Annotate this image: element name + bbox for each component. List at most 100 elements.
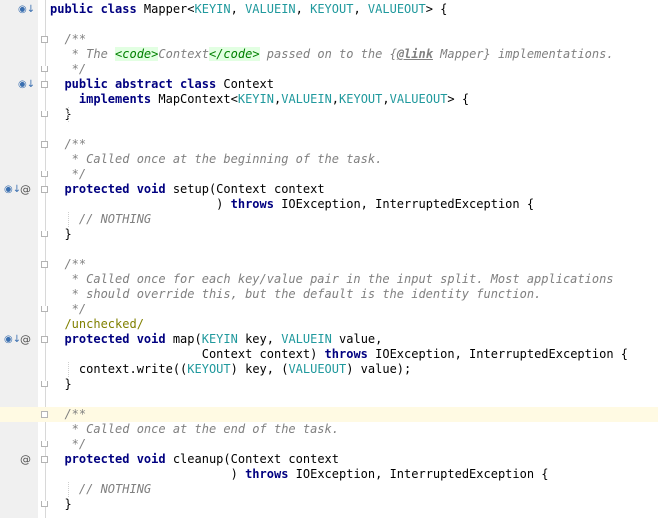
code-line[interactable]: [50, 392, 658, 407]
indent-guide: [68, 107, 70, 122]
code-token: throws: [230, 197, 282, 211]
code-editor[interactable]: public class Mapper< KEYIN, VALUEIN, KEYO…: [0, 0, 658, 518]
code-token: > {: [447, 92, 470, 106]
code-line[interactable]: */: [50, 302, 658, 317]
indent-guide: [68, 482, 70, 497]
fold-end-icon[interactable]: [41, 381, 48, 387]
code-token: VALUEIN: [281, 92, 332, 106]
fold-toggle-icon[interactable]: [41, 336, 48, 343]
code-token: IOException, InterruptedException {: [295, 467, 549, 481]
code-line[interactable]: }: [50, 497, 658, 512]
code-token: passed on to the {: [259, 47, 397, 61]
code-line[interactable]: [50, 242, 658, 257]
code-token: /unchecked/: [50, 317, 144, 331]
code-line[interactable]: // NOTHING: [50, 212, 658, 227]
fold-toggle-icon[interactable]: [41, 81, 48, 88]
fold-toggle-icon[interactable]: [41, 141, 48, 148]
code-area[interactable]: public class Mapper< KEYIN, VALUEIN, KEYO…: [0, 2, 658, 512]
fold-end-icon[interactable]: [41, 441, 48, 447]
code-line[interactable]: * should override this, but the default …: [50, 287, 658, 302]
code-token: context.write((: [50, 362, 188, 376]
fold-toggle-icon[interactable]: [41, 456, 48, 463]
overridden-down-icon[interactable]: ◉↓: [4, 332, 21, 347]
fold-end-icon[interactable]: [41, 111, 48, 117]
code-token: /**: [50, 32, 87, 46]
code-line[interactable]: */: [50, 167, 658, 182]
code-token: ): [50, 467, 246, 481]
code-line[interactable]: * The <code>Context</code> passed on to …: [50, 47, 658, 62]
code-token: Context: [158, 47, 209, 61]
implemented-down-icon[interactable]: ◉↓: [18, 77, 35, 92]
code-line[interactable]: protected void map(KEYIN key, VALUEIN va…: [50, 332, 658, 347]
code-line[interactable]: // NOTHING: [50, 482, 658, 497]
code-line[interactable]: context.write((KEYOUT) key, (VALUEOUT) v…: [50, 362, 658, 377]
code-line[interactable]: implements MapContext<KEYIN,VALUEIN,KEYO…: [50, 92, 658, 107]
code-line[interactable]: */: [50, 62, 658, 77]
code-token: KEYOUT: [187, 362, 231, 376]
code-line[interactable]: protected void cleanup(Context context: [50, 452, 658, 467]
code-line[interactable]: }: [50, 227, 658, 242]
code-token: * The: [50, 47, 116, 61]
code-line[interactable]: /**: [50, 32, 658, 47]
code-token: setup(Context context: [172, 182, 325, 196]
code-token: MapContext<: [158, 92, 238, 106]
code-token: VALUEOUT: [367, 2, 426, 16]
code-line[interactable]: }: [50, 107, 658, 122]
code-token: }: [50, 377, 72, 391]
code-line[interactable]: * Called once at the end of the task.: [50, 422, 658, 437]
code-token: throws: [324, 347, 376, 361]
code-line[interactable]: */: [50, 437, 658, 452]
code-line[interactable]: ) throws IOException, InterruptedExcepti…: [50, 467, 658, 482]
override-annotation-icon[interactable]: @: [20, 182, 31, 197]
code-line[interactable]: [50, 17, 658, 32]
code-token: </code>: [208, 47, 260, 61]
code-token: map(: [172, 332, 202, 346]
indent-guide: [68, 212, 70, 227]
code-line[interactable]: /unchecked/: [50, 317, 658, 332]
code-line[interactable]: /**: [50, 137, 658, 152]
code-line[interactable]: protected void setup(Context context: [50, 182, 658, 197]
code-token: throws: [245, 467, 296, 481]
code-token: ,: [230, 2, 246, 16]
code-line[interactable]: ) throws IOException, InterruptedExcepti…: [50, 197, 658, 212]
code-token: }: [50, 497, 72, 511]
fold-end-icon[interactable]: [41, 171, 48, 177]
fold-toggle-icon[interactable]: [41, 186, 48, 193]
code-token: protected void: [50, 182, 173, 196]
code-line[interactable]: public abstract class Context: [50, 77, 658, 92]
fold-end-icon[interactable]: [41, 306, 48, 312]
code-token: }: [50, 227, 72, 241]
fold-end-icon[interactable]: [41, 501, 48, 507]
code-line[interactable]: /**: [50, 257, 658, 272]
code-token: KEYIN: [237, 92, 274, 106]
fold-toggle-icon[interactable]: [41, 36, 48, 43]
code-line[interactable]: * Called once at the beginning of the ta…: [50, 152, 658, 167]
code-token: */: [50, 437, 87, 451]
overridden-down-icon[interactable]: ◉↓: [4, 182, 21, 197]
override-annotation-icon[interactable]: @: [20, 452, 31, 467]
code-line[interactable]: * Called once for each key/value pair in…: [50, 272, 658, 287]
code-line[interactable]: }: [50, 377, 658, 392]
code-token: Context: [223, 77, 274, 91]
code-token: public class: [50, 2, 144, 16]
code-line[interactable]: /**: [0, 407, 658, 422]
fold-end-icon[interactable]: [41, 66, 48, 72]
code-token: @link: [396, 47, 433, 61]
code-token: Mapper<: [143, 2, 195, 16]
code-token: public abstract class: [50, 77, 224, 91]
fold-end-icon[interactable]: [41, 231, 48, 237]
code-token: ,: [295, 2, 311, 16]
code-token: ) value);: [346, 362, 412, 376]
override-annotation-icon[interactable]: @: [20, 332, 31, 347]
code-token: /**: [50, 407, 87, 421]
code-token: * Called once at the beginning of the ta…: [50, 152, 383, 166]
code-token: protected void: [50, 332, 173, 346]
code-token: <code>: [115, 47, 159, 61]
code-line[interactable]: [50, 122, 658, 137]
code-line[interactable]: public class Mapper<KEYIN, VALUEIN, KEYO…: [50, 2, 658, 17]
code-line[interactable]: Context context) throws IOException, Int…: [50, 347, 658, 362]
indent-guide: [68, 362, 70, 377]
fold-toggle-icon[interactable]: [41, 411, 48, 418]
fold-toggle-icon[interactable]: [41, 261, 48, 268]
implemented-down-icon[interactable]: ◉↓: [18, 2, 35, 17]
